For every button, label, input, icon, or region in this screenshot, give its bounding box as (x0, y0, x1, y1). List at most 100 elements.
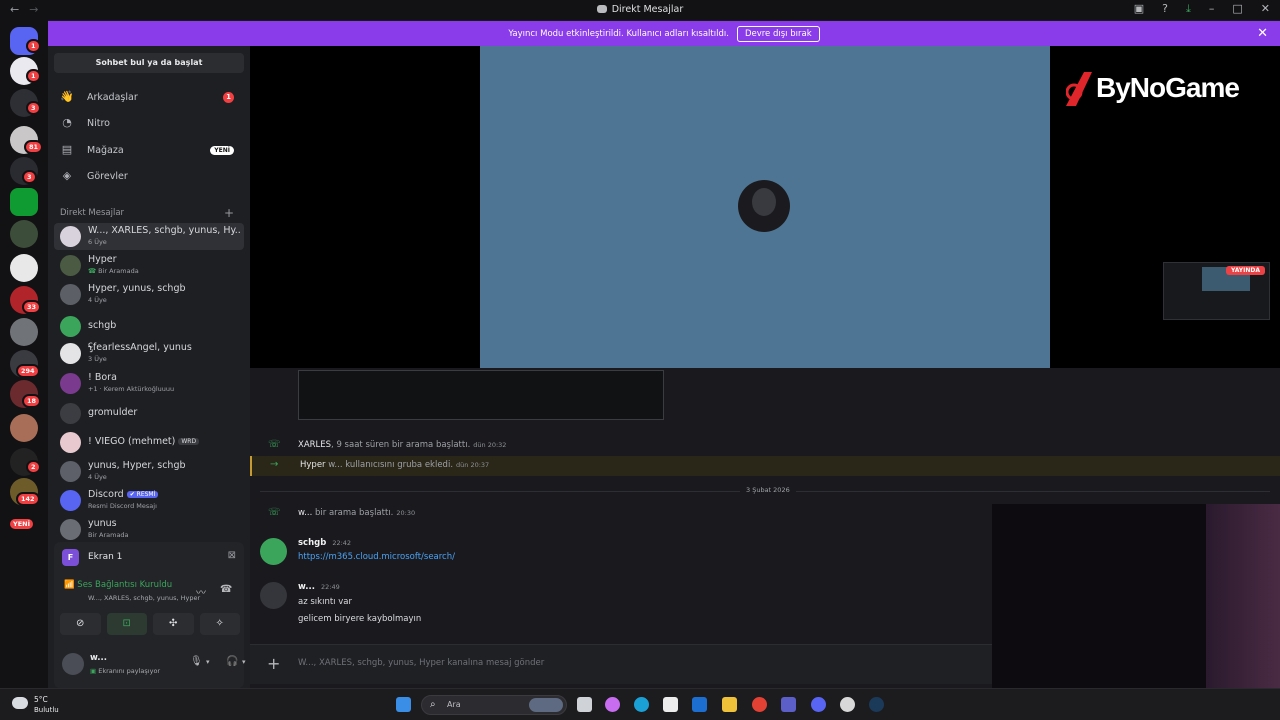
avatar (60, 403, 81, 424)
nav-nitro[interactable]: ◔ Nitro (54, 111, 244, 135)
file-explorer-icon[interactable] (722, 697, 737, 712)
disconnect-icon[interactable]: ☎ (220, 584, 232, 595)
dm-item[interactable]: ! Bora +1 · Kerem Aktürkoğluuuu (54, 370, 244, 397)
live-stream-preview[interactable]: YAYINDA (1163, 262, 1270, 320)
soundboard-button[interactable]: ✧ (199, 613, 240, 635)
nav-friends[interactable]: 👋 Arkadaşlar 1 (54, 85, 244, 109)
message-time: 22:42 (332, 539, 352, 547)
message-link[interactable]: https://m365.cloud.microsoft/search/ (298, 552, 455, 562)
shop-icon: ▤ (61, 143, 73, 156)
avatar[interactable] (62, 653, 84, 675)
dm-item[interactable]: gromulder (54, 400, 244, 427)
chevron-down-icon[interactable]: ▾ (242, 658, 246, 666)
server-badge: 294 (16, 364, 40, 378)
app-root: { "window": {"title": "Direkt Mesajlar"}… (0, 0, 1280, 720)
discord-taskbar-icon[interactable] (811, 697, 826, 712)
dm-item[interactable]: ! VİEGO (mehmet) WRD (54, 429, 244, 456)
find-conversation-button[interactable]: Sohbet bul ya da başlat (54, 53, 244, 73)
dm-name: W..., XARLES, schgb, yunus, Hy... (88, 225, 240, 236)
server-badge: 18 (22, 394, 42, 408)
avatar (60, 343, 81, 364)
message-author[interactable]: w... (298, 582, 315, 592)
avatar[interactable] (260, 538, 287, 565)
chrome-icon[interactable] (752, 697, 767, 712)
server-icon[interactable] (10, 188, 38, 216)
chevron-down-icon[interactable]: ▾ (206, 658, 210, 666)
participant-tile[interactable] (480, 46, 1050, 368)
nav-shop[interactable]: ▤ Mağaza YENİ (54, 138, 244, 162)
shared-screenshot-image[interactable] (298, 370, 664, 420)
server-icon[interactable] (10, 414, 38, 442)
message-composer[interactable]: + W..., XARLES, schgb, yunus, Hyper kana… (250, 644, 992, 684)
dm-item[interactable]: schgb (54, 313, 244, 340)
voice-panel: F Ekran 1 ⊠ 📶 Ses Bağlantısı Kuruldu W..… (54, 542, 269, 688)
participant-avatar (738, 180, 790, 232)
taskbar-search[interactable]: ⌕ Ara (421, 695, 567, 715)
activities-button[interactable]: ✣ (153, 613, 194, 635)
dm-header-label: Direkt Mesajlar (60, 208, 125, 218)
message-author[interactable]: schgb (298, 538, 326, 548)
close-window-icon[interactable]: ✕ (1261, 2, 1270, 16)
dm-item[interactable]: yunus, Hyper, schgb 4 Üye (54, 458, 244, 485)
noise-suppression-icon[interactable]: 〰 (196, 584, 206, 599)
windows-start-icon[interactable] (396, 697, 411, 712)
screen-label: Ekran 1 (88, 552, 123, 562)
server-icon[interactable] (10, 254, 38, 282)
inbox-icon[interactable]: ▣ (1134, 2, 1144, 16)
close-screen-icon[interactable]: ⊠ (228, 550, 236, 561)
discord-icon (596, 5, 607, 13)
brand-text: ByNoGame (1096, 72, 1240, 103)
minimize-icon[interactable]: – (1209, 2, 1215, 16)
camera-off-button[interactable]: ⊘ (60, 613, 101, 635)
store-icon[interactable] (663, 697, 678, 712)
add-attachment-icon[interactable]: + (267, 654, 280, 673)
server-badge: 3 (26, 101, 41, 115)
steam-icon[interactable] (869, 697, 884, 712)
dm-item[interactable]: Discord ✔ RESMİ Resmi Discord Mesajı (54, 487, 244, 514)
bynogame-logo-icon (1066, 72, 1092, 106)
outlook-icon[interactable] (692, 697, 707, 712)
dm-name: Hyper (88, 254, 117, 265)
avatar[interactable] (260, 582, 287, 609)
new-servers-badge[interactable]: YENİ (8, 517, 36, 531)
download-icon[interactable]: ⤓ (1186, 2, 1191, 16)
share-screen-button[interactable]: ⊡ (106, 613, 147, 635)
help-icon[interactable]: ? (1162, 2, 1168, 16)
server-badge: 142 (16, 492, 40, 506)
dm-item[interactable]: Hyper ☎ Bir Aramada (54, 252, 244, 279)
edge-icon[interactable] (634, 697, 649, 712)
server-badge: 1 (26, 39, 41, 53)
avatar (60, 373, 81, 394)
dm-sub: ☎ Bir Aramada (88, 267, 139, 275)
server-icon[interactable] (10, 318, 38, 346)
disable-streamer-mode-button[interactable]: Devre dışı bırak (736, 25, 820, 42)
dm-item[interactable]: Hyper, yunus, schgb 4 Üye (54, 281, 244, 308)
dm-item[interactable]: W..., XARLES, schgb, yunus, Hy... 6 Üye (54, 223, 244, 250)
headphones-icon[interactable]: 🎧 (226, 656, 238, 667)
server-badge: 1 (26, 69, 41, 83)
voice-status[interactable]: 📶 Ses Bağlantısı Kuruldu (64, 580, 172, 590)
close-banner-icon[interactable]: ✕ (1257, 26, 1268, 41)
teams-icon[interactable] (781, 697, 796, 712)
dm-name: gromulder (88, 407, 138, 418)
dm-item[interactable]: ʕ̴̡fearlessAngel, yunus 3 Üye (54, 340, 244, 367)
nav-quests[interactable]: ◈ Görevler (54, 164, 244, 188)
nav-nitro-label: Nitro (87, 117, 110, 129)
avatar (60, 432, 81, 453)
copilot-icon[interactable] (605, 697, 620, 712)
weather-widget[interactable]: 5°C Bulutlu (10, 693, 70, 717)
server-icon[interactable] (10, 220, 38, 248)
dm-sub: 4 Üye (88, 473, 107, 481)
quests-icon: ◈ (62, 169, 72, 182)
microphone-icon[interactable]: 🎙 (190, 656, 203, 667)
dm-header: Direkt Mesajlar + (60, 206, 240, 220)
create-dm-icon[interactable]: + (224, 206, 234, 220)
task-view-icon[interactable] (577, 697, 592, 712)
user-status: ▣ Ekranını paylaşıyor (90, 667, 161, 675)
chat-area: ☏ XARLES, 9 saat süren bir arama başlatt… (250, 368, 1280, 688)
dm-item[interactable]: yunus Bir Aramada (54, 516, 244, 543)
message-input[interactable]: W..., XARLES, schgb, yunus, Hyper kanalı… (298, 658, 544, 668)
app-icon[interactable] (840, 697, 855, 712)
maximize-icon[interactable]: □ (1232, 2, 1242, 16)
system-event: → Hyper w... kullanıcısını gruba ekledi.… (250, 456, 1280, 476)
